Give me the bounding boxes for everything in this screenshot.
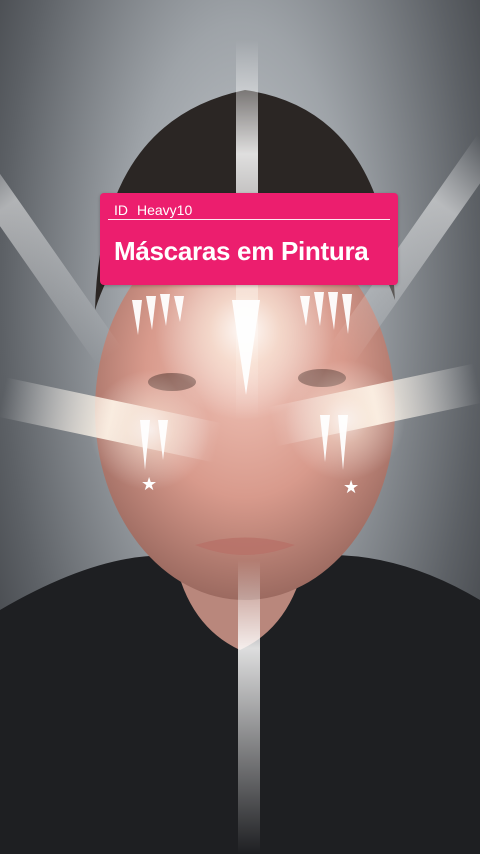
effect-label-card: ID Heavy10 Máscaras em Pintura xyxy=(100,193,398,285)
effect-id-row: ID Heavy10 xyxy=(114,201,192,219)
effect-title: Máscaras em Pintura xyxy=(114,236,369,266)
selfie-photo: ★ ★ xyxy=(0,40,480,854)
light-ray-bottom xyxy=(238,560,260,854)
effect-id-value: Heavy10 xyxy=(137,202,193,218)
left-star-icon: ★ xyxy=(141,474,157,495)
left-glow xyxy=(90,370,210,490)
camera-view: ★ ★ ID Heavy10 Máscaras em Pintura xyxy=(0,0,480,854)
effect-id-prefix: ID xyxy=(114,202,128,218)
right-star-icon: ★ xyxy=(343,477,359,498)
label-divider xyxy=(108,219,390,220)
